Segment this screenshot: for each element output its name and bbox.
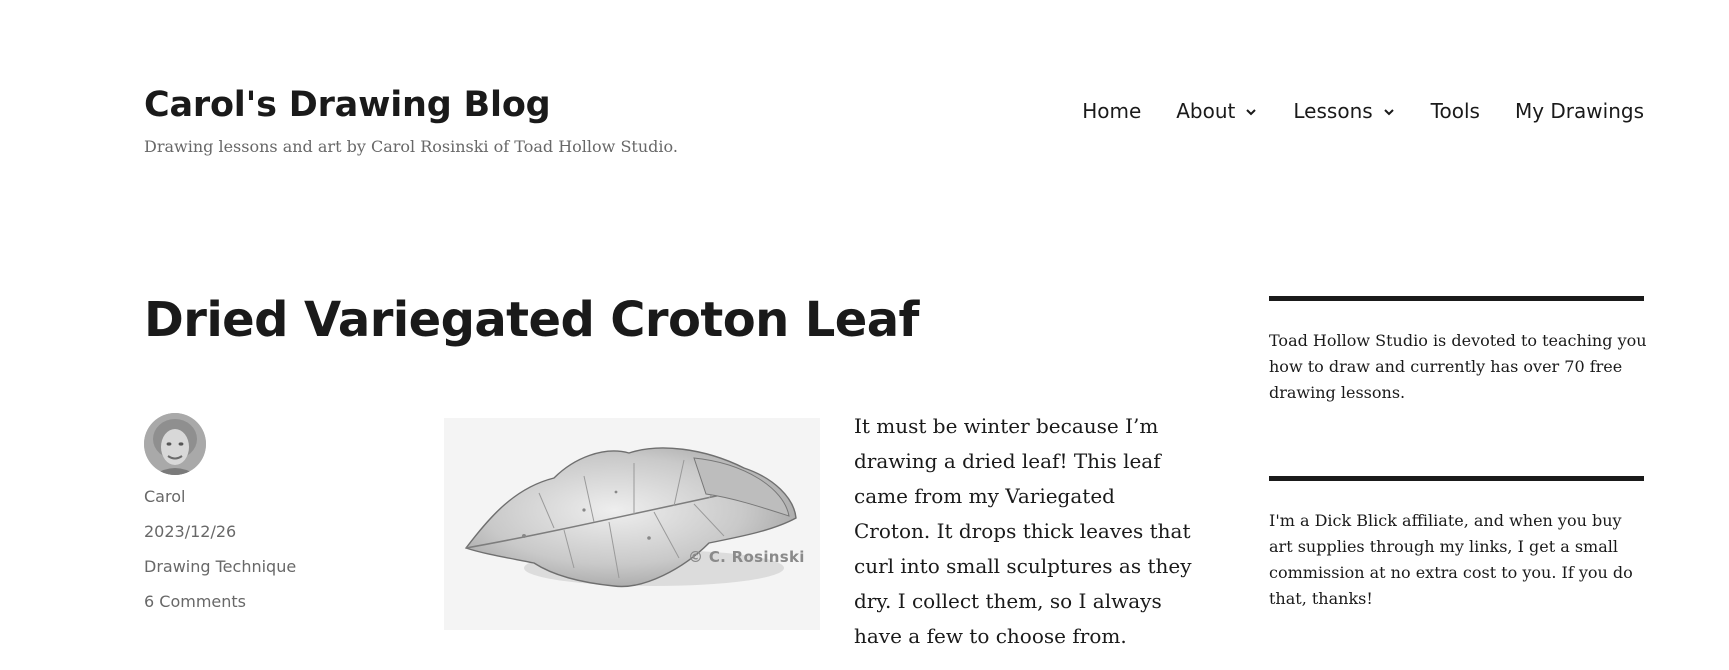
nav-item-label: Home (1082, 99, 1142, 123)
comments-link[interactable]: 6 Comments (144, 591, 296, 626)
widget-affiliate-text: I'm a Dick Blick affiliate, and when you… (1269, 511, 1633, 608)
nav-item-tools[interactable]: Tools (1431, 99, 1480, 123)
avatar[interactable] (144, 413, 206, 475)
chevron-down-icon[interactable] (1382, 105, 1396, 119)
widget-about-text: Toad Hollow Studio is devoted to teachin… (1269, 331, 1647, 402)
nav-item-label: My Drawings (1514, 99, 1644, 123)
nav-item-label: Lessons (1293, 99, 1373, 123)
site-tagline: Drawing lessons and art by Carol Rosinsk… (144, 137, 678, 156)
site-title[interactable]: Carol's Drawing Blog (144, 85, 551, 125)
nav-item-lessons[interactable]: Lessons (1293, 99, 1395, 123)
nav-item-label: About (1176, 99, 1236, 123)
author-link[interactable]: Carol (144, 486, 296, 521)
post-date-link[interactable]: 2023/12/26 (144, 521, 296, 556)
category-link[interactable]: Drawing Technique (144, 556, 296, 591)
avatar-portrait-icon (144, 413, 206, 475)
post-image[interactable]: © C. Rosinski (444, 418, 820, 630)
main-navigation: Home About Lessons Tools My Drawings (1082, 99, 1644, 123)
post-body-text: It must be winter because I’m drawing a … (854, 414, 1192, 648)
nav-item-my-drawings[interactable]: My Drawings (1515, 99, 1644, 123)
image-watermark: © C. Rosinski (688, 548, 805, 566)
nav-item-label: Tools (1430, 99, 1480, 123)
entry-meta: Carol 2023/12/26 Drawing Technique 6 Com… (144, 486, 296, 626)
nav-item-about[interactable]: About (1176, 99, 1258, 123)
chevron-down-icon[interactable] (1244, 105, 1258, 119)
dried-leaf-drawing-icon (444, 418, 820, 630)
nav-item-home[interactable]: Home (1082, 99, 1141, 123)
post-title[interactable]: Dried Variegated Croton Leaf (144, 292, 919, 348)
widget-divider (1269, 296, 1644, 301)
widget-divider (1269, 476, 1644, 481)
